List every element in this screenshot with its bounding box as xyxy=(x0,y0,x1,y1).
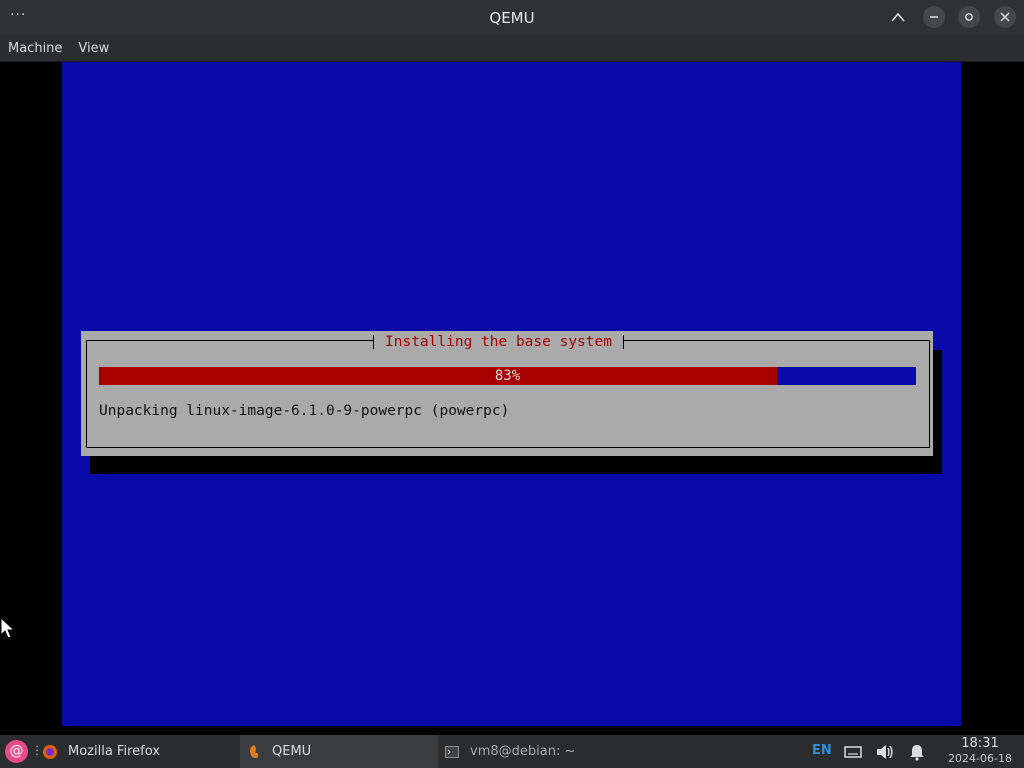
minimize-button[interactable] xyxy=(923,6,945,28)
close-button[interactable] xyxy=(994,6,1016,28)
task-qemu[interactable]: QEMU xyxy=(240,735,438,768)
keyboard-icon[interactable] xyxy=(843,742,863,762)
window-title: QEMU xyxy=(489,8,535,27)
clock-time: 18:31 xyxy=(961,736,999,751)
taskbar: @ ⋮ Mozilla Firefox QEMU vm8@debian: ~ E… xyxy=(0,735,1024,768)
mouse-cursor-icon xyxy=(0,617,16,639)
clock[interactable]: 18:31 2024-06-18 xyxy=(938,736,1022,766)
task-terminal[interactable]: vm8@debian: ~ xyxy=(440,735,680,768)
window-menu-icon[interactable]: ··· xyxy=(10,7,26,23)
close-icon xyxy=(1000,12,1010,22)
dialog-title: Installing the base system xyxy=(373,333,624,351)
progress-label: 83% xyxy=(494,368,521,384)
task-label: vm8@debian: ~ xyxy=(470,744,576,759)
window-titlebar: ··· QEMU xyxy=(0,0,1024,35)
terminal-icon xyxy=(444,744,460,760)
maximize-button[interactable] xyxy=(958,6,980,28)
firefox-icon xyxy=(42,744,58,760)
keep-above-button[interactable] xyxy=(887,6,909,28)
keyboard-layout-indicator[interactable]: EN xyxy=(812,743,832,758)
display-margin-right xyxy=(961,62,1024,726)
task-label: Mozilla Firefox xyxy=(68,744,160,759)
notifications-bell-icon[interactable] xyxy=(907,742,927,762)
install-status-text: Unpacking linux-image-6.1.0-9-powerpc (p… xyxy=(99,403,510,419)
debian-logo-icon[interactable]: @ xyxy=(5,740,28,763)
menu-bar: Machine View xyxy=(0,35,1024,62)
volume-icon[interactable] xyxy=(875,742,895,762)
progress-bar: 83% xyxy=(99,367,916,385)
dialog-frame xyxy=(86,340,930,448)
menu-machine[interactable]: Machine xyxy=(8,41,62,56)
qemu-icon xyxy=(246,744,262,760)
maximize-icon xyxy=(965,13,973,21)
minimize-icon xyxy=(930,16,938,18)
menu-view[interactable]: View xyxy=(78,41,109,56)
clock-date: 2024-06-18 xyxy=(948,752,1012,765)
task-firefox[interactable]: Mozilla Firefox xyxy=(42,735,238,768)
task-label: QEMU xyxy=(272,744,312,759)
chevron-up-icon xyxy=(891,12,905,22)
